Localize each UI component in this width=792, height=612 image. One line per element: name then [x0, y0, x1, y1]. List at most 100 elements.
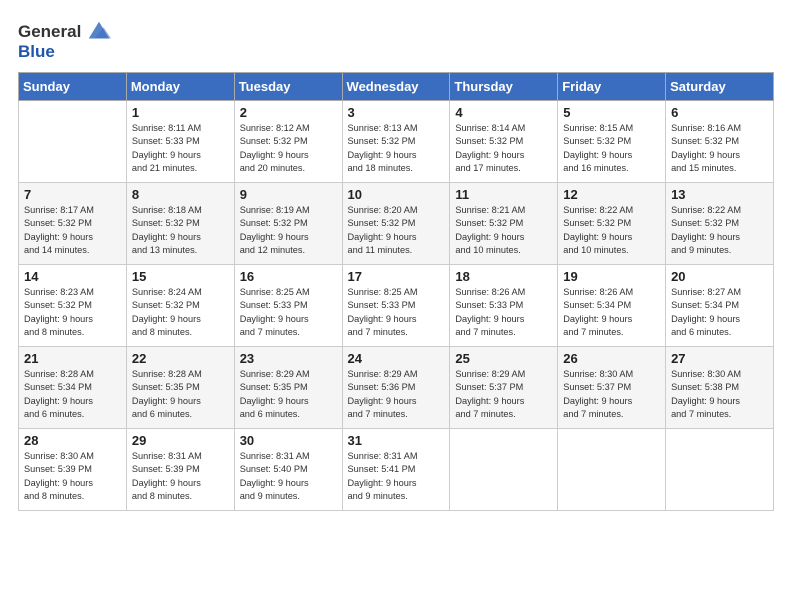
day-number: 8: [132, 187, 229, 202]
calendar-cell: [558, 429, 666, 511]
day-info: Sunrise: 8:25 AMSunset: 5:33 PMDaylight:…: [348, 286, 445, 339]
calendar-cell: 29Sunrise: 8:31 AMSunset: 5:39 PMDayligh…: [126, 429, 234, 511]
calendar-cell: 16 Sunrise: 8:25 AMSunset: 5:33 PMDayligh…: [234, 265, 342, 347]
calendar-cell: 3 Sunrise: 8:13 AMSunset: 5:32 PMDaylight…: [342, 101, 450, 183]
calendar-cell: 18 Sunrise: 8:26 AMSunset: 5:33 PMDayligh…: [450, 265, 558, 347]
week-row-3: 14 Sunrise: 8:23 AMSunset: 5:32 PMDayligh…: [19, 265, 774, 347]
day-info: Sunrise: 8:24 AMSunset: 5:32 PMDaylight:…: [132, 286, 229, 339]
day-info: Sunrise: 8:30 AMSunset: 5:38 PMDaylight:…: [671, 368, 768, 421]
logo: General Blue: [18, 18, 113, 62]
day-info: Sunrise: 8:25 AMSunset: 5:33 PMDaylight:…: [240, 286, 337, 339]
calendar-cell: 13 Sunrise: 8:22 AMSunset: 5:32 PMDayligh…: [666, 183, 774, 265]
calendar-cell: 15Sunrise: 8:24 AMSunset: 5:32 PMDayligh…: [126, 265, 234, 347]
calendar-cell: 26Sunrise: 8:30 AMSunset: 5:37 PMDayligh…: [558, 347, 666, 429]
day-info: Sunrise: 8:30 AMSunset: 5:37 PMDaylight:…: [563, 368, 660, 421]
day-number: 20: [671, 269, 768, 284]
calendar-cell: 20 Sunrise: 8:27 AMSunset: 5:34 PMDayligh…: [666, 265, 774, 347]
day-info: Sunrise: 8:16 AMSunset: 5:32 PMDaylight:…: [671, 122, 768, 175]
day-number: 16: [240, 269, 337, 284]
calendar-cell: [666, 429, 774, 511]
calendar-table: SundayMondayTuesdayWednesdayThursdayFrid…: [18, 72, 774, 511]
day-info: Sunrise: 8:12 AMSunset: 5:32 PMDaylight:…: [240, 122, 337, 175]
day-number: 11: [455, 187, 552, 202]
calendar-cell: 7Sunrise: 8:17 AMSunset: 5:32 PMDaylight…: [19, 183, 127, 265]
calendar-cell: 22Sunrise: 8:28 AMSunset: 5:35 PMDayligh…: [126, 347, 234, 429]
day-number: 18: [455, 269, 552, 284]
calendar-cell: 14 Sunrise: 8:23 AMSunset: 5:32 PMDayligh…: [19, 265, 127, 347]
day-info: Sunrise: 8:14 AMSunset: 5:32 PMDaylight:…: [455, 122, 552, 175]
day-info: Sunrise: 8:31 AMSunset: 5:41 PMDaylight:…: [348, 450, 445, 503]
day-number: 14: [24, 269, 121, 284]
day-info: Sunrise: 8:22 AMSunset: 5:32 PMDaylight:…: [671, 204, 768, 257]
calendar-cell: 1 Sunrise: 8:11 AMSunset: 5:33 PMDaylight…: [126, 101, 234, 183]
day-info: Sunrise: 8:22 AMSunset: 5:32 PMDaylight:…: [563, 204, 660, 257]
calendar-cell: 4 Sunrise: 8:14 AMSunset: 5:32 PMDaylight…: [450, 101, 558, 183]
logo-icon: [85, 18, 113, 46]
calendar-cell: 6 Sunrise: 8:16 AMSunset: 5:32 PMDaylight…: [666, 101, 774, 183]
calendar-cell: 19 Sunrise: 8:26 AMSunset: 5:34 PMDayligh…: [558, 265, 666, 347]
weekday-header-saturday: Saturday: [666, 73, 774, 101]
calendar-cell: 24 Sunrise: 8:29 AMSunset: 5:36 PMDayligh…: [342, 347, 450, 429]
day-info: Sunrise: 8:26 AMSunset: 5:34 PMDaylight:…: [563, 286, 660, 339]
calendar-cell: [450, 429, 558, 511]
calendar-cell: 28Sunrise: 8:30 AMSunset: 5:39 PMDayligh…: [19, 429, 127, 511]
calendar-cell: 10Sunrise: 8:20 AMSunset: 5:32 PMDayligh…: [342, 183, 450, 265]
day-info: Sunrise: 8:28 AMSunset: 5:34 PMDaylight:…: [24, 368, 121, 421]
day-number: 22: [132, 351, 229, 366]
day-info: Sunrise: 8:31 AMSunset: 5:40 PMDaylight:…: [240, 450, 337, 503]
day-info: Sunrise: 8:21 AMSunset: 5:32 PMDaylight:…: [455, 204, 552, 257]
week-row-2: 7Sunrise: 8:17 AMSunset: 5:32 PMDaylight…: [19, 183, 774, 265]
day-info: Sunrise: 8:13 AMSunset: 5:32 PMDaylight:…: [348, 122, 445, 175]
calendar-cell: 17 Sunrise: 8:25 AMSunset: 5:33 PMDayligh…: [342, 265, 450, 347]
calendar-cell: 5Sunrise: 8:15 AMSunset: 5:32 PMDaylight…: [558, 101, 666, 183]
day-info: Sunrise: 8:29 AMSunset: 5:36 PMDaylight:…: [348, 368, 445, 421]
day-number: 4: [455, 105, 552, 120]
calendar-cell: 25Sunrise: 8:29 AMSunset: 5:37 PMDayligh…: [450, 347, 558, 429]
day-number: 23: [240, 351, 337, 366]
day-info: Sunrise: 8:19 AMSunset: 5:32 PMDaylight:…: [240, 204, 337, 257]
calendar-cell: 11 Sunrise: 8:21 AMSunset: 5:32 PMDayligh…: [450, 183, 558, 265]
weekday-header-thursday: Thursday: [450, 73, 558, 101]
week-row-5: 28Sunrise: 8:30 AMSunset: 5:39 PMDayligh…: [19, 429, 774, 511]
day-number: 31: [348, 433, 445, 448]
day-number: 30: [240, 433, 337, 448]
calendar-cell: 30 Sunrise: 8:31 AMSunset: 5:40 PMDayligh…: [234, 429, 342, 511]
day-info: Sunrise: 8:29 AMSunset: 5:37 PMDaylight:…: [455, 368, 552, 421]
day-number: 29: [132, 433, 229, 448]
calendar-cell: 27 Sunrise: 8:30 AMSunset: 5:38 PMDayligh…: [666, 347, 774, 429]
day-info: Sunrise: 8:26 AMSunset: 5:33 PMDaylight:…: [455, 286, 552, 339]
week-row-1: 1 Sunrise: 8:11 AMSunset: 5:33 PMDaylight…: [19, 101, 774, 183]
day-number: 24: [348, 351, 445, 366]
day-number: 3: [348, 105, 445, 120]
day-number: 9: [240, 187, 337, 202]
day-number: 1: [132, 105, 229, 120]
weekday-header-friday: Friday: [558, 73, 666, 101]
day-info: Sunrise: 8:30 AMSunset: 5:39 PMDaylight:…: [24, 450, 121, 503]
weekday-header-wednesday: Wednesday: [342, 73, 450, 101]
page: General Blue SundayMondayTuesdayWednesda…: [0, 0, 792, 612]
day-number: 19: [563, 269, 660, 284]
day-info: Sunrise: 8:15 AMSunset: 5:32 PMDaylight:…: [563, 122, 660, 175]
day-number: 12: [563, 187, 660, 202]
day-number: 27: [671, 351, 768, 366]
day-info: Sunrise: 8:18 AMSunset: 5:32 PMDaylight:…: [132, 204, 229, 257]
week-row-4: 21 Sunrise: 8:28 AMSunset: 5:34 PMDayligh…: [19, 347, 774, 429]
day-info: Sunrise: 8:11 AMSunset: 5:33 PMDaylight:…: [132, 122, 229, 175]
day-number: 13: [671, 187, 768, 202]
weekday-header-row: SundayMondayTuesdayWednesdayThursdayFrid…: [19, 73, 774, 101]
day-info: Sunrise: 8:17 AMSunset: 5:32 PMDaylight:…: [24, 204, 121, 257]
calendar-cell: 21 Sunrise: 8:28 AMSunset: 5:34 PMDayligh…: [19, 347, 127, 429]
calendar-cell: 9 Sunrise: 8:19 AMSunset: 5:32 PMDaylight…: [234, 183, 342, 265]
day-info: Sunrise: 8:27 AMSunset: 5:34 PMDaylight:…: [671, 286, 768, 339]
calendar-cell: 2Sunrise: 8:12 AMSunset: 5:32 PMDaylight…: [234, 101, 342, 183]
weekday-header-sunday: Sunday: [19, 73, 127, 101]
calendar-cell: 12 Sunrise: 8:22 AMSunset: 5:32 PMDayligh…: [558, 183, 666, 265]
day-info: Sunrise: 8:20 AMSunset: 5:32 PMDaylight:…: [348, 204, 445, 257]
day-info: Sunrise: 8:29 AMSunset: 5:35 PMDaylight:…: [240, 368, 337, 421]
calendar-cell: 31 Sunrise: 8:31 AMSunset: 5:41 PMDayligh…: [342, 429, 450, 511]
day-number: 6: [671, 105, 768, 120]
calendar-cell: [19, 101, 127, 183]
day-number: 17: [348, 269, 445, 284]
day-number: 21: [24, 351, 121, 366]
day-info: Sunrise: 8:23 AMSunset: 5:32 PMDaylight:…: [24, 286, 121, 339]
